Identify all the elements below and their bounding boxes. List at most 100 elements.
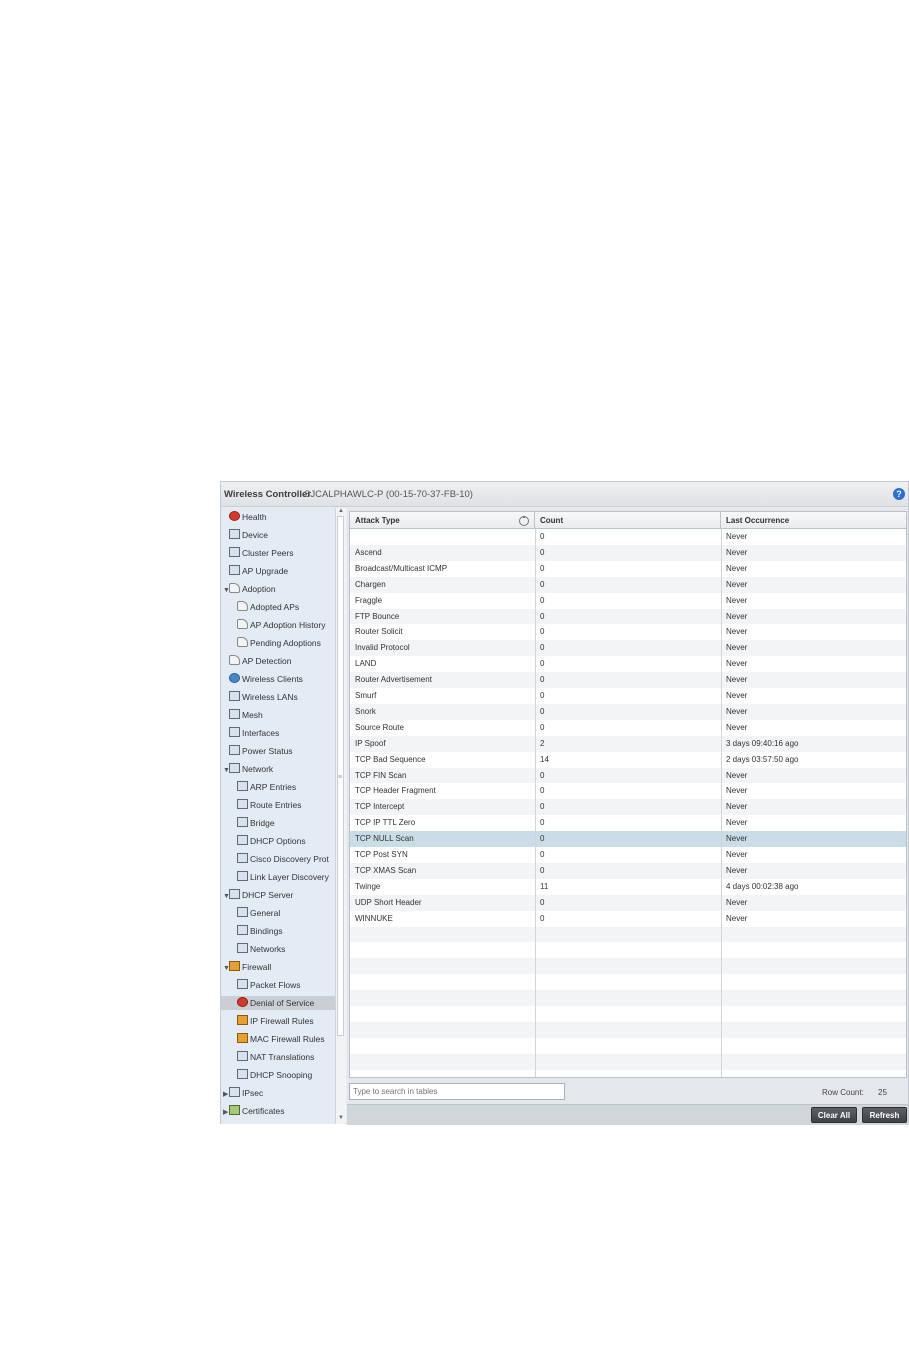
table-search-input[interactable]	[349, 1083, 565, 1100]
nav-item-wireless-clients[interactable]: Wireless Clients	[223, 672, 303, 686]
table-row[interactable]: TCP Post SYN 0 Never	[350, 847, 906, 863]
count-cell: 2	[540, 738, 545, 748]
firewall-icon	[229, 961, 240, 971]
table-row[interactable]: TCP Intercept 0 Never	[350, 799, 906, 816]
nav-item-ap-upgrade[interactable]: AP Upgrade	[223, 564, 288, 578]
scrollbar-grip-icon: ≡	[338, 774, 343, 781]
bridge-icon	[237, 817, 248, 827]
nav-item-label: Wireless LANs	[242, 692, 298, 702]
table-row[interactable]: TCP IP TTL Zero 0 Never	[350, 815, 906, 831]
cdp-icon	[237, 853, 248, 863]
table-row[interactable]: Router Advertisement 0 Never	[350, 672, 906, 688]
scroll-up-arrow-icon[interactable]: ▲	[337, 508, 345, 514]
nav-item-wireless-lans[interactable]: Wireless LANs	[223, 690, 298, 704]
refresh-button[interactable]: Refresh	[862, 1107, 907, 1123]
nav-item-networks[interactable]: Networks	[237, 942, 285, 956]
nav-item-label: IPsec	[242, 1088, 264, 1098]
table-row[interactable]: Router Solicit 0 Never	[350, 624, 906, 640]
nav-item-interfaces[interactable]: Interfaces	[223, 726, 279, 740]
nav-item-general[interactable]: General	[237, 906, 280, 920]
table-row[interactable]: Ascend 0 Never	[350, 544, 906, 561]
nav-item-cisco-discovery-prot[interactable]: Cisco Discovery Prot	[237, 852, 329, 866]
nav-item-bridge[interactable]: Bridge	[237, 816, 275, 830]
attack-type-cell: TCP FIN Scan	[355, 770, 407, 780]
help-icon[interactable]: ?	[893, 488, 905, 500]
table-row[interactable]: TCP Bad Sequence 14 2 days 03:57:50 ago	[350, 752, 906, 768]
nav-item-arp-entries[interactable]: ARP Entries	[237, 780, 296, 794]
table-row[interactable]: Fraggle 0 Never	[350, 593, 906, 609]
nav-item-dhcp-snooping[interactable]: DHCP Snooping	[237, 1068, 312, 1082]
last-occurrence-cell: Never	[726, 659, 748, 669]
nav-item-adoption[interactable]: ▼ Adoption	[223, 582, 276, 596]
nav-item-link-layer-discovery[interactable]: Link Layer Discovery	[237, 870, 329, 884]
count-cell: 0	[540, 706, 545, 716]
nav-item-power-status[interactable]: Power Status	[223, 744, 293, 758]
table-row-empty	[350, 926, 906, 943]
count-cell: 0	[540, 913, 545, 923]
nav-item-route-entries[interactable]: Route Entries	[237, 798, 302, 812]
column-header-count[interactable]: Count	[535, 512, 721, 529]
table-row[interactable]: UDP Short Header 0 Never	[350, 894, 906, 911]
nav-item-certificates[interactable]: ▶ Certificates	[223, 1104, 285, 1118]
table-row[interactable]: TCP XMAS Scan 0 Never	[350, 862, 906, 879]
table-row[interactable]: IP Spoof 2 3 days 09:40:16 ago	[350, 735, 906, 752]
nav-item-pending-adoptions[interactable]: Pending Adoptions	[237, 636, 321, 650]
nav-item-cluster-peers[interactable]: Cluster Peers	[223, 546, 294, 560]
nav-item-ip-firewall-rules[interactable]: IP Firewall Rules	[237, 1014, 314, 1028]
attack-type-cell: Snork	[355, 706, 376, 716]
nav-item-adopted-aps[interactable]: Adopted APs	[237, 600, 299, 614]
nav-item-ap-adoption-history[interactable]: AP Adoption History	[237, 618, 325, 632]
count-cell: 0	[540, 786, 545, 796]
nav-item-health[interactable]: Health	[223, 510, 267, 524]
nav-item-dhcp-server[interactable]: ▼ DHCP Server	[223, 888, 293, 902]
nav-item-ipsec[interactable]: ▶ IPsec	[223, 1086, 263, 1100]
attack-type-cell: Router Solicit	[355, 627, 403, 637]
nav-item-label: Networks	[250, 944, 286, 954]
nav-item-label: Health	[242, 512, 267, 522]
table-row[interactable]: WINNUKE 0 Never	[350, 911, 906, 927]
last-occurrence-cell: Never	[726, 595, 748, 605]
nav-item-network[interactable]: ▼ Network	[223, 762, 273, 776]
nav-item-label: Route Entries	[250, 800, 302, 810]
table-row[interactable]: Source Route 0 Never	[350, 720, 906, 736]
clear-all-button[interactable]: Clear All	[811, 1107, 857, 1123]
nav-item-nat-translations[interactable]: NAT Translations	[237, 1050, 314, 1064]
table-row[interactable]: Smurf 0 Never	[350, 688, 906, 704]
nav-item-mac-firewall-rules[interactable]: MAC Firewall Rules	[237, 1032, 325, 1046]
scroll-down-arrow-icon[interactable]: ▼	[337, 1115, 345, 1121]
adoption-icon	[237, 601, 248, 611]
nav-item-packet-flows[interactable]: Packet Flows	[237, 978, 301, 992]
last-occurrence-cell: Never	[726, 643, 748, 653]
ipsec-icon	[229, 1087, 240, 1097]
upgrade-icon	[229, 565, 240, 575]
attack-type-cell: TCP XMAS Scan	[355, 865, 417, 875]
last-occurrence-cell: 3 days 09:40:16 ago	[726, 738, 799, 748]
nav-item-device[interactable]: Device	[223, 528, 268, 542]
nav-item-dhcp-options[interactable]: DHCP Options	[237, 834, 306, 848]
table-row[interactable]: Twinge 11 4 days 00:02:38 ago	[350, 879, 906, 895]
nav-item-bindings[interactable]: Bindings	[237, 924, 283, 938]
nav-item-mesh[interactable]: Mesh	[223, 708, 263, 722]
table-row[interactable]: TCP FIN Scan 0 Never	[350, 767, 906, 784]
table-row[interactable]: 0 Never	[350, 529, 906, 545]
navigation-scrollbar[interactable]: ▲ ≡ ▼	[335, 508, 346, 1124]
table-row[interactable]: Snork 0 Never	[350, 703, 906, 720]
table-row[interactable]: FTP Bounce 0 Never	[350, 608, 906, 625]
nav-item-firewall[interactable]: ▼ Firewall	[223, 960, 271, 974]
table-row[interactable]: Invalid Protocol 0 Never	[350, 640, 906, 657]
column-header-attack-type[interactable]: Attack Type ⌃	[350, 512, 535, 529]
table-row[interactable]: Broadcast/Multicast ICMP 0 Never	[350, 561, 906, 577]
arp-icon	[237, 781, 248, 791]
table-row[interactable]: LAND 0 Never	[350, 656, 906, 672]
table-row[interactable]: TCP Header Fragment 0 Never	[350, 783, 906, 799]
column-header-last-occurrence[interactable]: Last Occurrence	[721, 512, 906, 529]
nav-item-denial-of-service[interactable]: Denial of Service	[221, 996, 336, 1010]
nav-item-ap-detection[interactable]: AP Detection	[223, 654, 291, 668]
nav-item-label: Mesh	[242, 710, 263, 720]
table-row[interactable]: TCP NULL Scan 0 Never	[350, 831, 906, 847]
sort-icon[interactable]: ⌃	[519, 516, 529, 526]
attack-type-cell: Smurf	[355, 691, 377, 700]
table-row[interactable]: Chargen 0 Never	[350, 576, 906, 593]
lldp-icon	[237, 871, 248, 881]
nav-item-label: DHCP Options	[250, 836, 306, 846]
